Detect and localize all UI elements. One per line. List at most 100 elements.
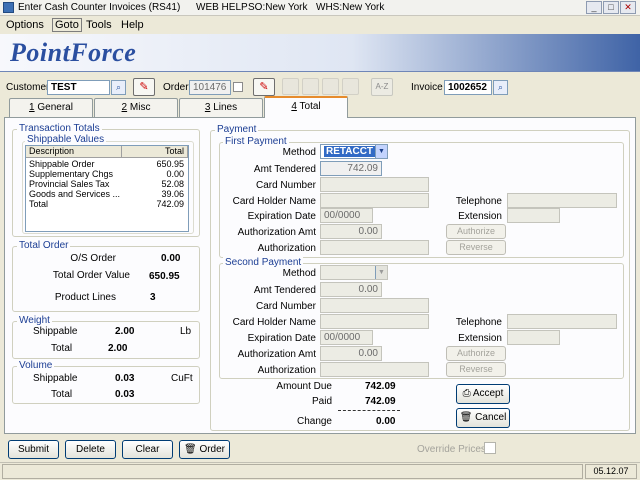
customer-input[interactable]: TEST (47, 80, 110, 95)
maximize-icon[interactable]: □ (603, 1, 619, 14)
first-authorize-button[interactable]: Authorize (446, 224, 506, 239)
change-value: 0.00 (376, 416, 396, 427)
amount-due-label: Amount Due (276, 381, 332, 392)
trash-icon: 🗑 (459, 412, 476, 423)
close-icon[interactable]: ✕ (620, 1, 636, 14)
first-payment-title: First Payment (223, 136, 289, 147)
nav-prev-icon[interactable] (302, 78, 319, 95)
first-method-value: RETACCT (324, 146, 376, 157)
customer-edit-icon[interactable]: ✎ (133, 78, 155, 96)
table-row[interactable]: Supplementary Chgs 0.00 (26, 169, 186, 179)
first-telephone-input[interactable] (507, 193, 617, 208)
volume-total-label: Total (51, 389, 73, 400)
app-icon (3, 2, 14, 13)
first-card-number-input[interactable] (320, 177, 429, 192)
invoice-lookup-icon[interactable]: ⌕ (493, 80, 508, 95)
tab-general[interactable]: 1 General (9, 98, 93, 117)
first-auth-amt-input[interactable]: 0.00 (320, 224, 382, 239)
nav-last-icon[interactable] (342, 78, 359, 95)
volume-shippable-value: 0.03 (115, 373, 135, 384)
second-card-number-label: Card Number (255, 301, 316, 312)
second-telephone-label: Telephone (455, 317, 502, 328)
order-input[interactable]: 101476 (189, 80, 231, 95)
web-help-label[interactable]: WEB HELP (196, 2, 248, 13)
first-reverse-button[interactable]: Reverse (446, 240, 506, 255)
first-extension-input[interactable] (507, 208, 560, 223)
status-bar: 05.12.07 (0, 462, 640, 480)
nav-first-icon[interactable] (282, 78, 299, 95)
first-amt-tendered-input[interactable]: 742.09 (320, 161, 382, 176)
second-amt-tendered-input[interactable]: 0.00 (320, 282, 382, 297)
customer-lookup-icon[interactable]: ⌕ (111, 80, 126, 95)
table-row[interactable]: Shippable Order 650.95 (26, 159, 186, 169)
first-card-holder-input[interactable] (320, 193, 429, 208)
delete-button[interactable]: Delete (65, 440, 116, 459)
payment-title: Payment (215, 124, 259, 135)
menu-tools[interactable]: Tools (86, 19, 112, 31)
menu-help[interactable]: Help (121, 19, 144, 31)
invoice-input[interactable]: 1002652 (444, 80, 492, 95)
second-telephone-input[interactable] (507, 314, 617, 329)
override-prices-label: Override Prices (417, 444, 486, 455)
amount-due-value: 742.09 (365, 381, 396, 392)
first-card-number-label: Card Number (255, 180, 316, 191)
change-label: Change (296, 416, 332, 427)
order-edit-icon[interactable]: ✎ (253, 78, 275, 96)
first-authorization-input[interactable] (320, 240, 429, 255)
status-message (2, 464, 583, 479)
second-card-number-input[interactable] (320, 298, 429, 313)
weight-total-value: 2.00 (108, 343, 128, 354)
total-order-value: 650.95 (149, 271, 180, 282)
second-authorize-button[interactable]: Authorize (446, 346, 506, 361)
product-lines-value: 3 (150, 292, 156, 303)
table-row[interactable]: Total 742.09 (26, 199, 186, 209)
second-card-holder-label: Card Holder Name (232, 317, 316, 328)
accept-button[interactable]: ⎙ Accept (456, 384, 510, 404)
first-method-select[interactable]: RETACCT ▼ (320, 144, 388, 159)
chevron-down-icon[interactable]: ▼ (375, 145, 387, 158)
second-card-holder-input[interactable] (320, 314, 429, 329)
warehouse-label: WHS:New York (316, 2, 385, 13)
second-method-label: Method (282, 268, 316, 279)
second-expiration-input[interactable]: 00/0000 (320, 330, 373, 345)
order-checkbox[interactable] (233, 82, 243, 92)
volume-title: Volume (17, 360, 55, 371)
second-authorization-input[interactable] (320, 362, 429, 377)
table-row[interactable]: Goods and Services ... 39.06 (26, 189, 186, 199)
second-reverse-button[interactable]: Reverse (446, 362, 506, 377)
first-expiration-input[interactable]: 00/0000 (320, 208, 373, 223)
column-header-total[interactable]: Total (122, 146, 188, 158)
total-order-value-label: Total Order Value (52, 270, 130, 281)
os-order-value: 0.00 (161, 253, 181, 264)
second-auth-amt-input[interactable]: 0.00 (320, 346, 382, 361)
submit-button[interactable]: Submit (8, 440, 59, 459)
az-sort-button[interactable]: A-Z (371, 78, 393, 96)
table-row[interactable]: Provincial Sales Tax 52.08 (26, 179, 186, 189)
second-extension-input[interactable] (507, 330, 560, 345)
second-expiration-label: Expiration Date (247, 333, 316, 344)
cancel-button[interactable]: 🗑 Cancel (456, 408, 510, 428)
weight-shippable-label: Shippable (33, 326, 78, 337)
first-authorization-label: Authorization (257, 243, 316, 254)
first-telephone-label: Telephone (455, 196, 502, 207)
column-header-description[interactable]: Description (26, 146, 122, 158)
order-button[interactable]: 🗑 Order (179, 440, 230, 459)
tab-misc[interactable]: 2 Misc (94, 98, 178, 117)
override-prices-checkbox[interactable] (484, 442, 496, 454)
tab-lines[interactable]: 3 Lines (179, 98, 263, 117)
trash-icon: 🗑 (183, 444, 200, 455)
volume-group (12, 366, 200, 404)
clear-button[interactable]: Clear (122, 440, 173, 459)
menu-options[interactable]: Options (6, 19, 44, 31)
second-method-select[interactable]: ▼ (320, 265, 388, 280)
os-order-label: O/S Order (70, 253, 116, 264)
first-extension-label: Extension (458, 211, 502, 222)
minimize-icon[interactable]: _ (586, 1, 602, 14)
menu-goto[interactable]: Goto (52, 18, 82, 32)
tab-total[interactable]: 4 Total (264, 96, 348, 118)
shippable-values-table: Description Total Shippable Order 650.95 … (25, 145, 189, 232)
nav-next-icon[interactable] (322, 78, 339, 95)
chevron-down-icon[interactable]: ▼ (375, 266, 387, 279)
second-extension-label: Extension (458, 333, 502, 344)
volume-total-value: 0.03 (115, 389, 135, 400)
